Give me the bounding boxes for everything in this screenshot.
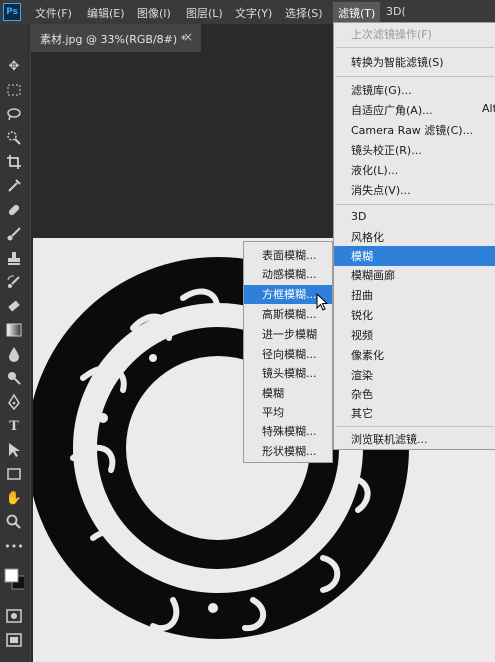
menu-image[interactable]: 图像(I)	[137, 5, 171, 21]
zoom-tool-icon[interactable]	[4, 512, 24, 532]
submenu-item-radial-blur[interactable]: 径向模糊...	[244, 345, 332, 364]
submenu-item-shape-blur[interactable]: 形状模糊...	[244, 442, 332, 461]
menu-type[interactable]: 文字(Y)	[235, 5, 272, 21]
submenu-item-lens-blur[interactable]: 镜头模糊...	[244, 364, 332, 383]
menu-item-distort[interactable]: 扭曲	[334, 285, 495, 305]
brush-tool-icon[interactable]	[4, 224, 24, 244]
menu-item-vanishing-point[interactable]: 消失点(V)...	[334, 180, 495, 200]
menu-item-render[interactable]: 渲染	[334, 365, 495, 385]
dodge-tool-icon[interactable]	[4, 368, 24, 388]
menu-item-pixelate[interactable]: 像素化	[334, 345, 495, 365]
submenu-item-motion-blur[interactable]: 动感模糊...	[244, 265, 332, 284]
menu-divider	[336, 47, 494, 48]
menu-item-video[interactable]: 视频	[334, 325, 495, 345]
menu-select[interactable]: 选择(S)	[285, 5, 323, 21]
tools-panel: ✥ T ✋ •••	[0, 24, 29, 662]
menu-filter[interactable]: 滤镜(T)	[333, 2, 381, 24]
quick-select-tool-icon[interactable]	[4, 128, 24, 148]
more-tools-icon[interactable]: •••	[4, 536, 24, 556]
color-swatches-icon[interactable]	[4, 564, 24, 594]
document-tab[interactable]: 素材.jpg @ 33%(RGB/8#) * ×	[31, 24, 201, 52]
menu-divider	[336, 426, 494, 427]
screen-mode-icon[interactable]	[4, 630, 24, 650]
hand-tool-icon[interactable]: ✋	[4, 488, 24, 508]
lasso-tool-icon[interactable]	[4, 104, 24, 124]
menu-item-3d[interactable]: 3D	[334, 208, 495, 228]
crop-tool-icon[interactable]	[4, 152, 24, 172]
submenu-item-blur[interactable]: 模糊	[244, 384, 332, 403]
menu-item-last-filter: 上次滤镜操作(F)	[351, 28, 432, 41]
marquee-tool-icon[interactable]	[4, 80, 24, 100]
document-title: 素材.jpg @ 33%(RGB/8#) *	[40, 33, 187, 46]
menu-3d[interactable]: 3D(	[386, 5, 406, 18]
submenu-item-surface-blur[interactable]: 表面模糊...	[244, 246, 332, 265]
path-select-tool-icon[interactable]	[4, 440, 24, 460]
menu-item-stylize[interactable]: 风格化	[334, 227, 495, 247]
move-tool-icon[interactable]: ✥	[4, 56, 24, 76]
pen-tool-icon[interactable]	[4, 392, 24, 412]
eyedropper-tool-icon[interactable]	[4, 176, 24, 196]
menu-item-lens-correction[interactable]: 镜头校正(R)...	[334, 140, 495, 160]
mouse-cursor-icon	[316, 292, 329, 314]
clone-stamp-tool-icon[interactable]	[4, 248, 24, 268]
submenu-item-blur-more[interactable]: 进一步模糊	[244, 325, 332, 344]
menu-item-adaptive-wide-angle[interactable]: 自适应广角(A)... Alt	[334, 100, 495, 120]
rectangle-tool-icon[interactable]	[4, 464, 24, 484]
menu-divider	[336, 204, 494, 205]
menu-item-camera-raw[interactable]: Camera Raw 滤镜(C)...	[334, 120, 495, 140]
photoshop-logo: Ps	[3, 3, 21, 21]
menu-item-blur[interactable]: 模糊	[334, 246, 495, 266]
menu-item-convert-smart-filter[interactable]: 转换为智能滤镜(S)	[334, 52, 495, 72]
submenu-item-smart-blur[interactable]: 特殊模糊...	[244, 422, 332, 441]
menu-item-other[interactable]: 其它	[334, 403, 495, 423]
menu-divider	[336, 76, 494, 77]
quick-mask-icon[interactable]	[4, 606, 24, 626]
menu-item-sharpen[interactable]: 锐化	[334, 305, 495, 325]
healing-brush-tool-icon[interactable]	[4, 200, 24, 220]
menu-item-filter-gallery[interactable]: 滤镜库(G)...	[334, 80, 495, 100]
submenu-item-average[interactable]: 平均	[244, 403, 332, 422]
gradient-tool-icon[interactable]	[4, 320, 24, 340]
blur-submenu: 表面模糊... 动感模糊... 方框模糊... 高斯模糊... 进一步模糊 径向…	[243, 241, 333, 463]
menu-item-noise[interactable]: 杂色	[334, 384, 495, 404]
blur-tool-icon[interactable]	[4, 344, 24, 364]
menu-bar: Ps 文件(F) 编辑(E) 图像(I) 图层(L) 文字(Y) 选择(S) 滤…	[0, 0, 495, 24]
eraser-tool-icon[interactable]	[4, 296, 24, 316]
menu-file[interactable]: 文件(F)	[35, 5, 72, 21]
menu-item-liquify[interactable]: 液化(L)...	[334, 160, 495, 180]
menu-item-browse-online-filters[interactable]: 浏览联机滤镜...	[334, 429, 495, 449]
filter-menu: 上次滤镜操作(F) 转换为智能滤镜(S) 滤镜库(G)... 自适应广角(A).…	[333, 22, 495, 450]
type-tool-icon[interactable]: T	[4, 416, 24, 436]
menu-edit[interactable]: 编辑(E)	[87, 5, 125, 21]
shortcut-label: Alt	[482, 102, 495, 115]
history-brush-tool-icon[interactable]	[4, 272, 24, 292]
menu-layer[interactable]: 图层(L)	[186, 5, 223, 21]
menu-item-blur-gallery[interactable]: 模糊画廊	[334, 265, 495, 285]
close-icon[interactable]: ×	[183, 30, 193, 44]
